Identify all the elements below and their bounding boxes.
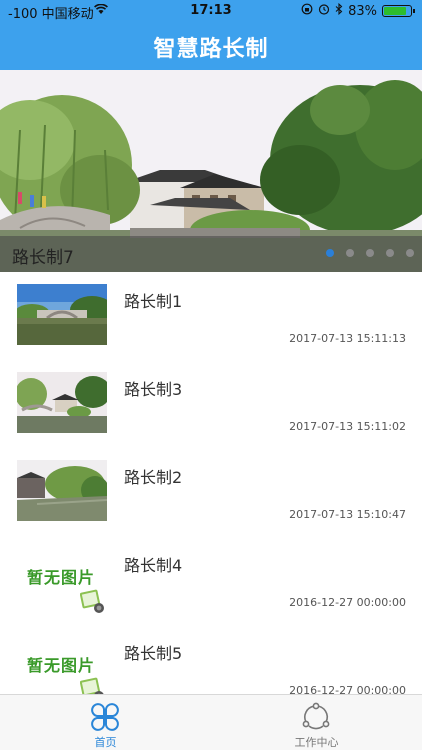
carousel-dot[interactable] — [386, 249, 394, 257]
news-title: 路长制3 — [124, 380, 183, 399]
news-list[interactable]: 路长制1 2017-07-13 15:11:13 路长制3 2017-07-13… — [0, 272, 422, 694]
news-thumbnail — [17, 372, 107, 433]
nav-bar: 智慧路长制 — [0, 20, 422, 70]
banner-title: 路长制7 — [12, 248, 74, 268]
news-title: 路长制2 — [124, 468, 183, 487]
carousel-dot[interactable] — [406, 249, 414, 257]
banner-carousel[interactable]: 路长制7 — [0, 70, 422, 272]
news-timestamp: 2017-07-13 15:11:02 — [289, 420, 406, 433]
tab-home-label: 首页 — [94, 736, 117, 749]
news-item[interactable]: 路长制3 2017-07-13 15:11:02 — [0, 360, 422, 448]
no-image-placeholder: 暂无图片 — [17, 636, 109, 694]
news-item[interactable]: 路长制2 2017-07-13 15:10:47 — [0, 448, 422, 536]
clover-icon — [90, 702, 120, 736]
news-item[interactable]: 暂无图片 路长制5 2016-12-27 00:00:00 — [0, 624, 422, 694]
banner-caption-bar: 路长制7 — [0, 236, 422, 272]
tab-work-center[interactable]: 工作中心 — [211, 695, 422, 750]
carousel-page-indicator[interactable] — [326, 249, 414, 257]
share-nodes-icon — [301, 702, 331, 736]
news-thumbnail — [17, 284, 107, 345]
tab-home[interactable]: 首页 — [0, 695, 211, 750]
tab-bar: 首页 工作中心 — [0, 694, 422, 750]
carousel-dot[interactable] — [346, 249, 354, 257]
rotation-lock-icon — [301, 3, 313, 19]
news-timestamp: 2017-07-13 15:10:47 — [289, 508, 406, 521]
news-item[interactable]: 暂无图片 路长制4 2016-12-27 00:00:00 — [0, 536, 422, 624]
picture-icon — [79, 676, 106, 694]
bluetooth-icon — [335, 2, 343, 19]
news-thumbnail — [17, 460, 107, 521]
news-timestamp: 2016-12-27 00:00:00 — [289, 596, 406, 609]
battery-icon — [382, 5, 415, 17]
news-title: 路长制4 — [124, 556, 183, 575]
carousel-dot[interactable] — [366, 249, 374, 257]
news-item[interactable]: 路长制1 2017-07-13 15:11:13 — [0, 272, 422, 360]
carousel-dot[interactable] — [326, 249, 334, 257]
news-timestamp: 2017-07-13 15:11:13 — [289, 332, 406, 345]
news-timestamp: 2016-12-27 00:00:00 — [289, 684, 406, 694]
battery-percent: 83% — [348, 3, 377, 19]
page-title: 智慧路长制 — [153, 37, 269, 62]
news-title: 路长制1 — [124, 292, 183, 311]
picture-icon — [79, 588, 106, 618]
tab-work-center-label: 工作中心 — [294, 736, 339, 749]
news-title: 路长制5 — [124, 644, 183, 663]
status-bar: -100 中国移动 17:13 83% — [0, 0, 422, 22]
no-image-label: 暂无图片 — [27, 656, 96, 675]
no-image-placeholder: 暂无图片 — [17, 548, 109, 618]
no-image-label: 暂无图片 — [27, 568, 96, 587]
alarm-icon — [318, 3, 330, 19]
